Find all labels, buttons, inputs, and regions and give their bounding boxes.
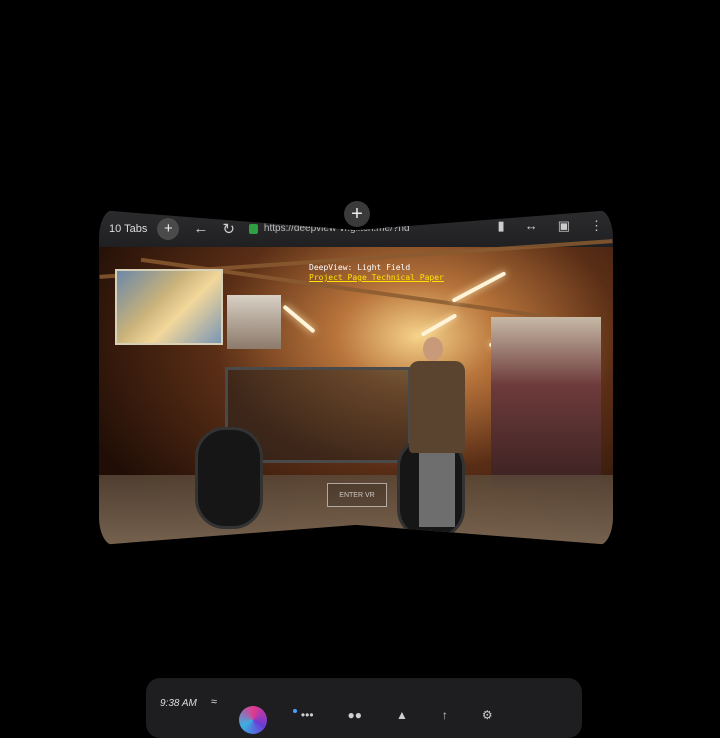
vr-scene-viewport[interactable]: DeepView: Light Field Project Page Techn…	[99, 239, 613, 545]
shelf	[491, 317, 601, 487]
float-add-button[interactable]: +	[344, 201, 370, 227]
more-vertical-icon[interactable]: ⋮	[590, 218, 603, 234]
lock-icon	[248, 223, 258, 234]
active-app-indicator	[293, 709, 297, 713]
bookmark-icon[interactable]: ▮	[498, 218, 505, 234]
new-tab-icon[interactable]: +	[157, 217, 180, 240]
reload-icon[interactable]: ↻	[222, 220, 235, 238]
clock: 9:38 AM	[160, 698, 197, 709]
person	[409, 337, 465, 527]
system-bar: 9:38 AM ≈ ••• ●● ▲ ↑ ⚙	[146, 678, 582, 738]
resize-width-icon[interactable]: ↔	[525, 218, 538, 234]
app-launcher-icon[interactable]	[238, 706, 267, 734]
wall-sign	[227, 295, 281, 349]
url-bar[interactable]: https://deepview-vr.glitch.me/?hd	[264, 223, 410, 234]
enter-vr-button[interactable]: ENTER VR	[327, 483, 387, 507]
overlay-links[interactable]: Project Page Technical Paper	[309, 273, 444, 283]
browser-window: 10 Tabs + ← ↻ https://deepview-vr.glitch…	[99, 210, 613, 545]
screen-icon[interactable]: ▣	[558, 218, 570, 234]
tabs-button[interactable]: 10 Tabs	[109, 223, 147, 235]
toolbar-actions: ▮ ↔ ▣ ⋮	[498, 218, 603, 234]
wifi-icon: ≈	[210, 696, 217, 708]
offroad-vehicle	[185, 357, 465, 539]
overlay-title: DeepView: Light Field	[309, 263, 411, 272]
page-overlay-text: DeepView: Light Field Project Page Techn…	[309, 263, 444, 283]
wall-poster	[115, 269, 223, 345]
back-arrow-icon[interactable]: ←	[193, 220, 208, 237]
